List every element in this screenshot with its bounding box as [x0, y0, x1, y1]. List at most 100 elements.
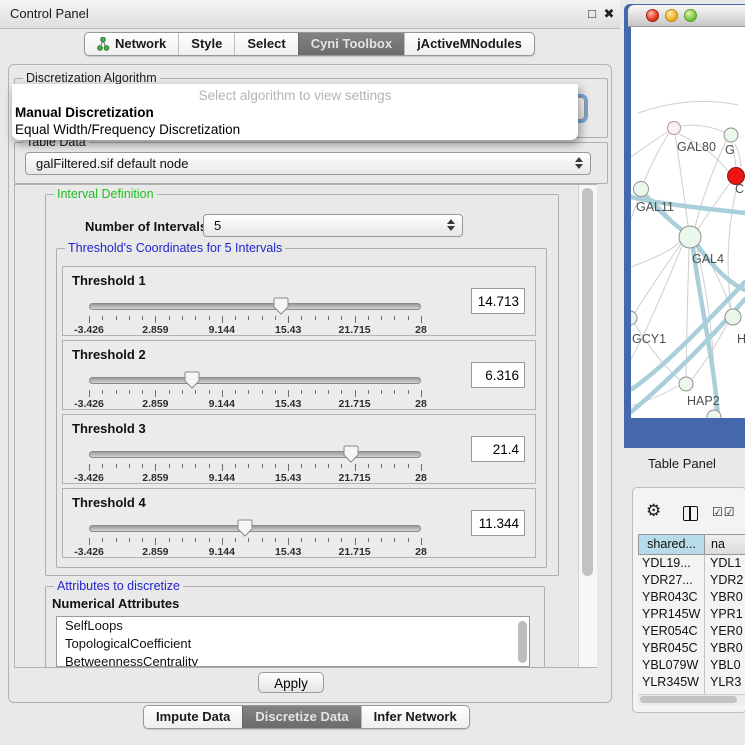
tick-mark — [102, 390, 103, 394]
network-node-h[interactable] — [725, 309, 741, 325]
close-traffic-icon[interactable] — [646, 9, 659, 22]
list-scrollbar-thumb[interactable] — [518, 621, 527, 663]
threshold-4-slider[interactable]: -3.4262.8599.14415.4321.71528 — [89, 519, 421, 557]
checkbox-icons[interactable]: ☑☑ — [712, 505, 736, 519]
tick-label: 15.43 — [275, 398, 301, 410]
cell-name[interactable]: YDR2 — [704, 572, 743, 589]
tick-label: 9.144 — [209, 398, 235, 410]
cell-shared-name[interactable]: YDR27... — [638, 572, 704, 589]
network-node-gal11[interactable] — [634, 182, 649, 197]
tab-cyni-toolbox[interactable]: Cyni Toolbox — [298, 33, 404, 55]
cell-shared-name[interactable]: YBL079W — [638, 657, 704, 674]
split-columns-icon[interactable] — [683, 506, 698, 521]
tick-mark — [248, 316, 249, 320]
scrollbar-thumb[interactable] — [640, 696, 737, 703]
cell-shared-name[interactable]: YLR345W — [638, 674, 704, 691]
table-row[interactable]: YBR045CYBR0 — [638, 640, 745, 657]
table-row[interactable]: YER054CYER0 — [638, 623, 745, 640]
tab-impute-data[interactable]: Impute Data — [144, 706, 242, 728]
tab-network[interactable]: Network — [85, 33, 178, 55]
minimize-traffic-icon[interactable] — [665, 9, 678, 22]
tab-select[interactable]: Select — [234, 33, 297, 55]
slider-thumb[interactable] — [273, 297, 289, 315]
cell-name[interactable]: YDL1 — [704, 555, 741, 572]
network-edge[interactable] — [631, 242, 680, 267]
threshold-3-slider[interactable]: -3.4262.8599.14415.4321.71528 — [89, 445, 421, 483]
threshold-1-slider[interactable]: -3.4262.8599.14415.4321.71528 — [89, 297, 421, 335]
float-window-icon[interactable]: □ — [584, 6, 600, 22]
threshold-1-value-input[interactable] — [471, 288, 525, 314]
tick-mark — [315, 464, 316, 468]
tick-mark — [421, 538, 422, 545]
num-intervals-combobox[interactable]: 5 — [203, 214, 463, 237]
slider-track[interactable] — [89, 451, 421, 458]
tick-mark — [288, 464, 289, 471]
slider-track[interactable] — [89, 303, 421, 310]
cell-name[interactable]: YBL0 — [704, 657, 741, 674]
network-node-hap2[interactable] — [679, 377, 693, 391]
threshold-4-panel: Threshold 4 -3.4262.8599.14415.4321.7152… — [62, 488, 536, 558]
cell-name[interactable]: YBR0 — [704, 640, 743, 657]
network-node-gcy1[interactable] — [631, 311, 637, 325]
slider-track[interactable] — [89, 525, 421, 532]
table-row[interactable]: YPR145WYPR1 — [638, 606, 745, 623]
network-node-gal4[interactable] — [679, 226, 701, 248]
slider-thumb[interactable] — [343, 445, 359, 463]
gear-icon[interactable]: ⚙ — [646, 501, 661, 521]
table-row[interactable]: YLR345WYLR3 — [638, 674, 745, 691]
cell-name[interactable]: YER0 — [704, 623, 743, 640]
slider-thumb[interactable] — [237, 519, 253, 537]
network-edge[interactable] — [638, 101, 738, 113]
apply-button[interactable]: Apply — [258, 672, 324, 693]
tab-discretize-data[interactable]: Discretize Data — [242, 706, 360, 728]
thresholds-group-title: Threshold's Coordinates for 5 Intervals — [65, 241, 285, 255]
threshold-4-value-input[interactable] — [471, 510, 525, 536]
network-edge[interactable] — [680, 125, 724, 132]
table-data-combobox[interactable]: galFiltered.sif default node — [25, 152, 591, 175]
dropdown-item-equal-width[interactable]: Equal Width/Frequency Discretization — [12, 121, 578, 138]
list-item[interactable]: BetweennessCentrality — [57, 653, 529, 667]
table-row[interactable]: YBR043CYBR0 — [638, 589, 745, 606]
node-label: GAL80 — [677, 140, 716, 154]
network-node[interactable] — [724, 128, 738, 142]
table-row[interactable]: YDL19...YDL1 — [638, 555, 745, 572]
cell-name[interactable]: YPR1 — [704, 606, 743, 623]
list-item[interactable]: TopologicalCoefficient — [57, 635, 529, 653]
cell-shared-name[interactable]: YBR043C — [638, 589, 704, 606]
zoom-traffic-icon[interactable] — [684, 9, 697, 22]
tab-jactivemnodules[interactable]: jActiveMNodules — [404, 33, 534, 55]
settings-scrollbar[interactable] — [578, 185, 597, 667]
table-hscrollbar[interactable] — [638, 694, 745, 705]
threshold-3-value-input[interactable] — [471, 436, 525, 462]
table-row[interactable]: YDR27...YDR2 — [638, 572, 745, 589]
network-node-gal80[interactable] — [668, 122, 681, 135]
slider-track[interactable] — [89, 377, 421, 384]
network-canvas[interactable]: GAL80GAL11GAL4GCY1HHAP2GC — [631, 27, 745, 418]
tick-mark — [394, 316, 395, 320]
cell-shared-name[interactable]: YER054C — [638, 623, 704, 640]
network-edge[interactable] — [644, 133, 669, 182]
cell-shared-name[interactable]: YPR145W — [638, 606, 704, 623]
cell-name[interactable]: YLR3 — [704, 674, 741, 691]
tick-mark — [262, 390, 263, 394]
cell-name[interactable]: YBR0 — [704, 589, 743, 606]
tab-style[interactable]: Style — [178, 33, 234, 55]
column-header-name[interactable]: na — [705, 534, 745, 555]
slider-thumb[interactable] — [184, 371, 200, 389]
scrollbar-thumb[interactable] — [582, 188, 593, 576]
list-item[interactable]: SelfLoops — [57, 617, 529, 635]
dropdown-item-manual[interactable]: Manual Discretization — [12, 104, 578, 121]
column-header-shared[interactable]: shared... — [638, 534, 705, 555]
tab-infer-network[interactable]: Infer Network — [361, 706, 469, 728]
network-edge[interactable] — [631, 131, 669, 157]
tick-mark — [248, 538, 249, 542]
threshold-2-slider[interactable]: -3.4262.8599.14415.4321.71528 — [89, 371, 421, 409]
numerical-attributes-list[interactable]: SelfLoopsTopologicalCoefficientBetweenne… — [56, 616, 530, 667]
table-row[interactable]: YBL079WYBL0 — [638, 657, 745, 674]
threshold-2-value-input[interactable] — [471, 362, 525, 388]
cell-shared-name[interactable]: YBR045C — [638, 640, 704, 657]
cell-shared-name[interactable]: YDL19... — [638, 555, 704, 572]
close-icon[interactable]: ✖ — [601, 6, 617, 22]
network-window-titlebar[interactable] — [628, 5, 745, 27]
node-label: GCY1 — [632, 332, 666, 346]
